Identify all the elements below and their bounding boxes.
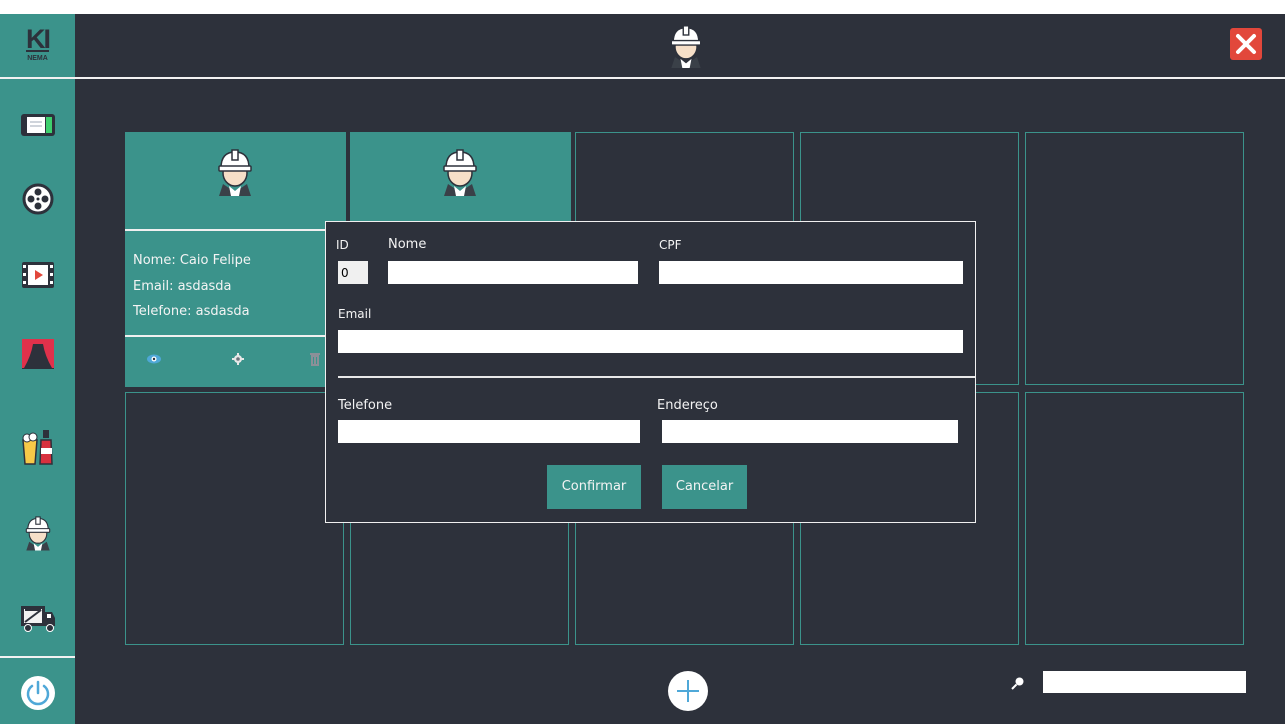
- sidebar-item-suppliers[interactable]: [19, 598, 57, 636]
- app-logo: KI NEMA: [0, 14, 75, 78]
- search-icon: [1011, 677, 1024, 690]
- sidebar-divider-bottom: [0, 656, 75, 658]
- sidebar: KI NEMA: [0, 14, 75, 724]
- delivery-truck-icon: [21, 606, 55, 632]
- nome-label: Nome: [388, 237, 427, 252]
- sidebar-item-sessions[interactable]: [19, 256, 57, 294]
- snacks-icon: [22, 430, 53, 465]
- film-reel-icon: [22, 183, 54, 215]
- worker-icon: [19, 514, 57, 552]
- worker-icon: [211, 146, 259, 198]
- endereco-label: Endereço: [657, 398, 718, 413]
- add-employee-button[interactable]: [668, 671, 708, 711]
- sidebar-divider: [0, 77, 75, 79]
- cpf-field[interactable]: [659, 261, 963, 284]
- worker-icon: [664, 22, 708, 70]
- employee-slot: [1025, 392, 1244, 645]
- logo-subtext: NEMA: [27, 55, 48, 62]
- trash-icon[interactable]: [307, 352, 323, 366]
- gear-icon[interactable]: [230, 352, 246, 366]
- id-label: ID: [336, 238, 349, 252]
- close-button[interactable]: [1230, 28, 1262, 60]
- card-nome: Nome: Caio Felipe: [133, 253, 251, 268]
- endereco-field[interactable]: [662, 420, 958, 443]
- employee-slot: [125, 392, 344, 645]
- card-telefone: Telefone: asdasda: [133, 304, 250, 319]
- sidebar-item-tickets[interactable]: [19, 106, 57, 144]
- telefone-field[interactable]: [338, 420, 640, 443]
- eye-icon[interactable]: [146, 352, 162, 366]
- email-label: Email: [338, 307, 372, 321]
- sidebar-item-films[interactable]: [19, 180, 57, 218]
- cancel-button[interactable]: Cancelar: [662, 465, 747, 509]
- header-divider: [75, 77, 1285, 79]
- logo-text: KI: [26, 24, 51, 54]
- sidebar-item-snacks[interactable]: [19, 428, 57, 466]
- theater-curtain-icon: [22, 339, 54, 369]
- id-field[interactable]: [338, 261, 368, 284]
- app-window: KI NEMA Nome: Caio Felipe Email: asdasda…: [0, 14, 1285, 724]
- employee-form-dialog: ID Nome CPF Email Telefone Endereço Conf…: [325, 221, 976, 523]
- nome-field[interactable]: [388, 261, 638, 284]
- ticket-icon: [21, 114, 55, 136]
- employee-card[interactable]: Nome: Caio Felipe Email: asdasda Telefon…: [125, 132, 346, 387]
- card-divider: [125, 229, 346, 231]
- close-icon: [1236, 34, 1256, 54]
- search-input[interactable]: [1043, 671, 1246, 693]
- plus-icon: [677, 680, 699, 702]
- employee-slot: [1025, 132, 1244, 385]
- cpf-label: CPF: [659, 238, 682, 252]
- sidebar-item-rooms[interactable]: [19, 334, 57, 372]
- sidebar-item-employees[interactable]: [19, 514, 57, 552]
- header-section-icon: [664, 22, 708, 70]
- video-player-icon: [22, 262, 54, 288]
- confirm-button[interactable]: Confirmar: [547, 465, 641, 509]
- telefone-label: Telefone: [338, 398, 393, 413]
- worker-icon: [436, 146, 484, 198]
- email-field[interactable]: [338, 330, 963, 353]
- power-button[interactable]: [19, 674, 57, 712]
- card-divider: [125, 335, 346, 337]
- form-divider: [338, 376, 975, 378]
- power-icon: [21, 676, 55, 710]
- card-email: Email: asdasda: [133, 279, 232, 294]
